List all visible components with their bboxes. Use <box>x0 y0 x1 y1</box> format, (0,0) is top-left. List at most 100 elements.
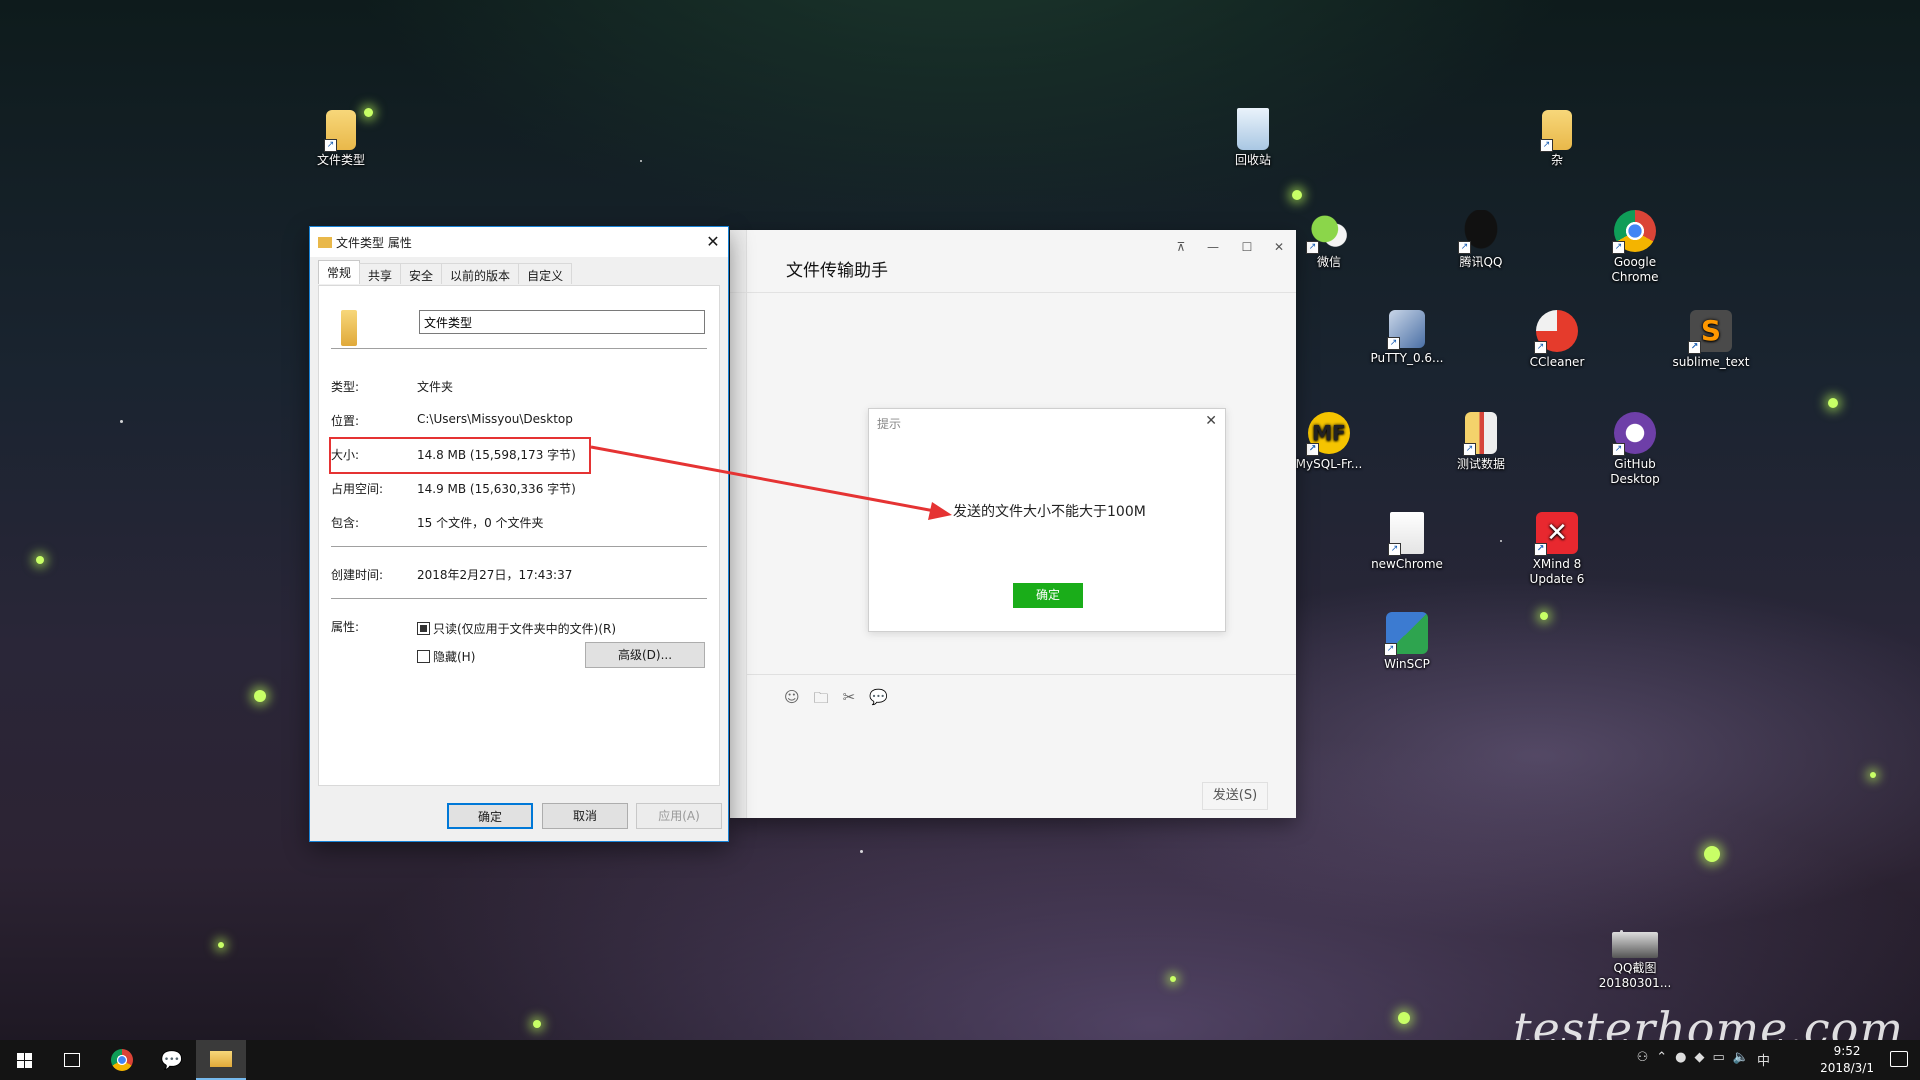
start-button[interactable] <box>0 1040 48 1080</box>
created-value: 2018年2月27日，17:43:37 <box>417 568 573 582</box>
alert-message: 发送的文件大小不能大于100M <box>953 504 1146 520</box>
tab-customize[interactable]: 自定义 <box>518 263 573 284</box>
github-icon: ↗ <box>1612 412 1656 456</box>
desktop-icon-newchrome[interactable]: ↗ newChrome <box>1362 512 1452 572</box>
desktop-icon-misc[interactable]: ↗ 杂 <box>1514 110 1600 168</box>
desktop-icon-qq[interactable]: ↗ 腾讯QQ <box>1438 210 1524 270</box>
emoji-icon[interactable]: ☺ <box>784 688 800 713</box>
chat-history-icon[interactable]: 💬 <box>869 688 888 713</box>
scissors-icon[interactable]: ✂ <box>843 688 856 713</box>
ok-button[interactable]: 确定 <box>447 803 533 829</box>
python-file-icon: ↗ <box>1388 512 1424 556</box>
people-icon[interactable]: ⚇ <box>1637 1050 1649 1069</box>
close-icon[interactable]: ✕ <box>1205 413 1217 429</box>
wechat-icon: 💬 <box>160 1049 184 1071</box>
task-view-icon <box>64 1053 80 1067</box>
chat-toolbar: ☺ 🗀 ✂ 💬 <box>784 688 888 713</box>
hidden-checkbox[interactable]: 隐藏(H) <box>417 648 475 665</box>
location-value: C:\Users\Missyou\Desktop <box>417 412 573 426</box>
image-file-icon <box>1612 932 1658 958</box>
desktop-icon-chrome[interactable]: ↗ Google Chrome <box>1590 210 1680 285</box>
desktop-icon-label: 回收站 <box>1234 153 1271 167</box>
taskbar-chrome[interactable] <box>98 1040 146 1080</box>
pin-icon[interactable]: ⊼ <box>1166 236 1196 258</box>
wechat-icon: ↗ <box>1306 210 1350 254</box>
tab-previous-versions[interactable]: 以前的版本 <box>441 263 520 284</box>
folder-icon: ↗ <box>1540 110 1572 152</box>
desktop-icon-recycle-bin[interactable]: 回收站 <box>1210 108 1296 168</box>
type-value: 文件夹 <box>417 380 454 394</box>
readonly-checkbox[interactable]: 只读(仅应用于文件夹中的文件)(R) <box>417 620 616 637</box>
folder-large-icon <box>341 310 357 346</box>
windows-logo-icon <box>16 1052 32 1068</box>
desktop-icon-ccleaner[interactable]: ↗ CCleaner <box>1514 310 1600 370</box>
desktop-icon-winscp[interactable]: ↗ WinSCP <box>1362 612 1452 672</box>
network-icon[interactable]: ▭ <box>1713 1050 1725 1069</box>
advanced-button[interactable]: 高级(D)... <box>585 642 705 668</box>
tab-security[interactable]: 安全 <box>400 263 443 284</box>
disk-value: 14.9 MB (15,630,336 字节) <box>417 482 576 496</box>
ime-indicator[interactable]: 中 <box>1757 1050 1770 1069</box>
alert-ok-button[interactable]: 确定 <box>1013 583 1083 608</box>
taskbar: 💬 ⚇ ⌃ ● ◆ ▭ 🔈 中 9:52 2018/3/1 <box>0 1040 1920 1080</box>
desktop-icon-filetype[interactable]: ↗ 文件类型 <box>298 110 384 168</box>
folder-properties-window[interactable]: 文件类型 属性 ✕ 常规 共享 安全 以前的版本 自定义 类型: 文件夹 位置:… <box>310 227 728 841</box>
volume-icon[interactable]: 🔈 <box>1733 1050 1749 1069</box>
folder-name-input[interactable] <box>419 310 705 334</box>
desktop-icon-label: XMind 8 Update 6 <box>1529 557 1585 586</box>
desktop-icon-sublime[interactable]: S ↗ sublime_text <box>1666 310 1756 370</box>
desktop-icon-label: 文件类型 <box>316 153 365 167</box>
contains-value: 15 个文件，0 个文件夹 <box>417 516 544 530</box>
desktop-icon-xmind[interactable]: ✕ ↗ XMind 8 Update 6 <box>1514 512 1600 587</box>
taskbar-wechat[interactable]: 💬 <box>148 1040 196 1080</box>
wechat-chat-window[interactable]: 文件传输助手 ⊼ — ☐ ✕ 提示 ✕ 发送的文件大小不能大于100M 确定 ☺… <box>730 230 1296 818</box>
notification-icon[interactable] <box>1890 1051 1908 1067</box>
contains-label: 包含: <box>331 516 360 530</box>
time: 9:52 <box>1833 1044 1861 1058</box>
type-label: 类型: <box>331 380 360 394</box>
checkbox-icon[interactable] <box>417 622 430 635</box>
desktop-icon-qq-screenshot[interactable]: QQ截图 20180301... <box>1590 932 1680 991</box>
desktop-icon-putty[interactable]: ↗ PuTTY_0.6... <box>1362 310 1452 366</box>
desktop-icon-label: 微信 <box>1316 255 1341 269</box>
desktop-icon-label: newChrome <box>1371 557 1443 571</box>
apply-button[interactable]: 应用(A) <box>636 803 722 829</box>
tab-general[interactable]: 常规 <box>318 260 361 284</box>
minimize-button[interactable]: — <box>1198 236 1228 258</box>
desktop-icon-label: sublime_text <box>1672 355 1750 369</box>
cancel-button[interactable]: 取消 <box>542 803 628 829</box>
chevron-up-icon[interactable]: ⌃ <box>1656 1050 1667 1069</box>
recycle-bin-icon <box>1237 108 1269 150</box>
taskbar-file-explorer[interactable] <box>196 1040 246 1080</box>
title-bar: 文件类型 属性 ✕ <box>310 227 728 257</box>
clock[interactable]: 9:52 2018/3/1 <box>1820 1043 1874 1077</box>
close-button[interactable]: ✕ <box>698 227 728 257</box>
general-tab-panel: 类型: 文件夹 位置: C:\Users\Missyou\Desktop 大小:… <box>318 285 720 786</box>
task-view-button[interactable] <box>48 1040 96 1080</box>
close-button[interactable]: ✕ <box>1264 236 1294 258</box>
folder-icon[interactable]: 🗀 <box>814 688 829 713</box>
hidden-label: 隐藏(H) <box>433 650 476 664</box>
maximize-button[interactable]: ☐ <box>1232 236 1262 258</box>
chat-header: 文件传输助手 ⊼ — ☐ ✕ <box>730 230 1296 293</box>
annotation-highlight-box <box>329 437 591 474</box>
desktop-icon-github[interactable]: ↗ GitHub Desktop <box>1590 412 1680 487</box>
desktop-icon-test-data[interactable]: ↗ 测试数据 <box>1438 412 1524 472</box>
shield-icon[interactable]: ◆ <box>1695 1050 1705 1069</box>
readonly-label: 只读(仅应用于文件夹中的文件)(R) <box>433 622 617 636</box>
desktop-icon-mysql-front[interactable]: MF ↗ MySQL-Fr... <box>1286 412 1372 472</box>
checkbox-icon[interactable] <box>417 650 430 663</box>
xmind-icon: ✕ ↗ <box>1534 512 1578 556</box>
desktop-icon-label: Google Chrome <box>1611 255 1659 284</box>
alert-title: 提示 <box>877 417 902 431</box>
desktop-icon-label: WinSCP <box>1384 657 1430 671</box>
desktop-icon-wechat[interactable]: ↗ 微信 <box>1286 210 1372 270</box>
send-button[interactable]: 发送(S) <box>1202 782 1268 810</box>
sublime-icon: S ↗ <box>1688 310 1732 354</box>
location-label: 位置: <box>331 414 360 428</box>
mysql-front-icon: MF ↗ <box>1306 412 1350 456</box>
putty-icon: ↗ <box>1387 310 1425 350</box>
tab-sharing[interactable]: 共享 <box>359 263 402 284</box>
wechat-tray-icon[interactable]: ● <box>1675 1050 1686 1069</box>
ccleaner-icon: ↗ <box>1534 310 1578 354</box>
